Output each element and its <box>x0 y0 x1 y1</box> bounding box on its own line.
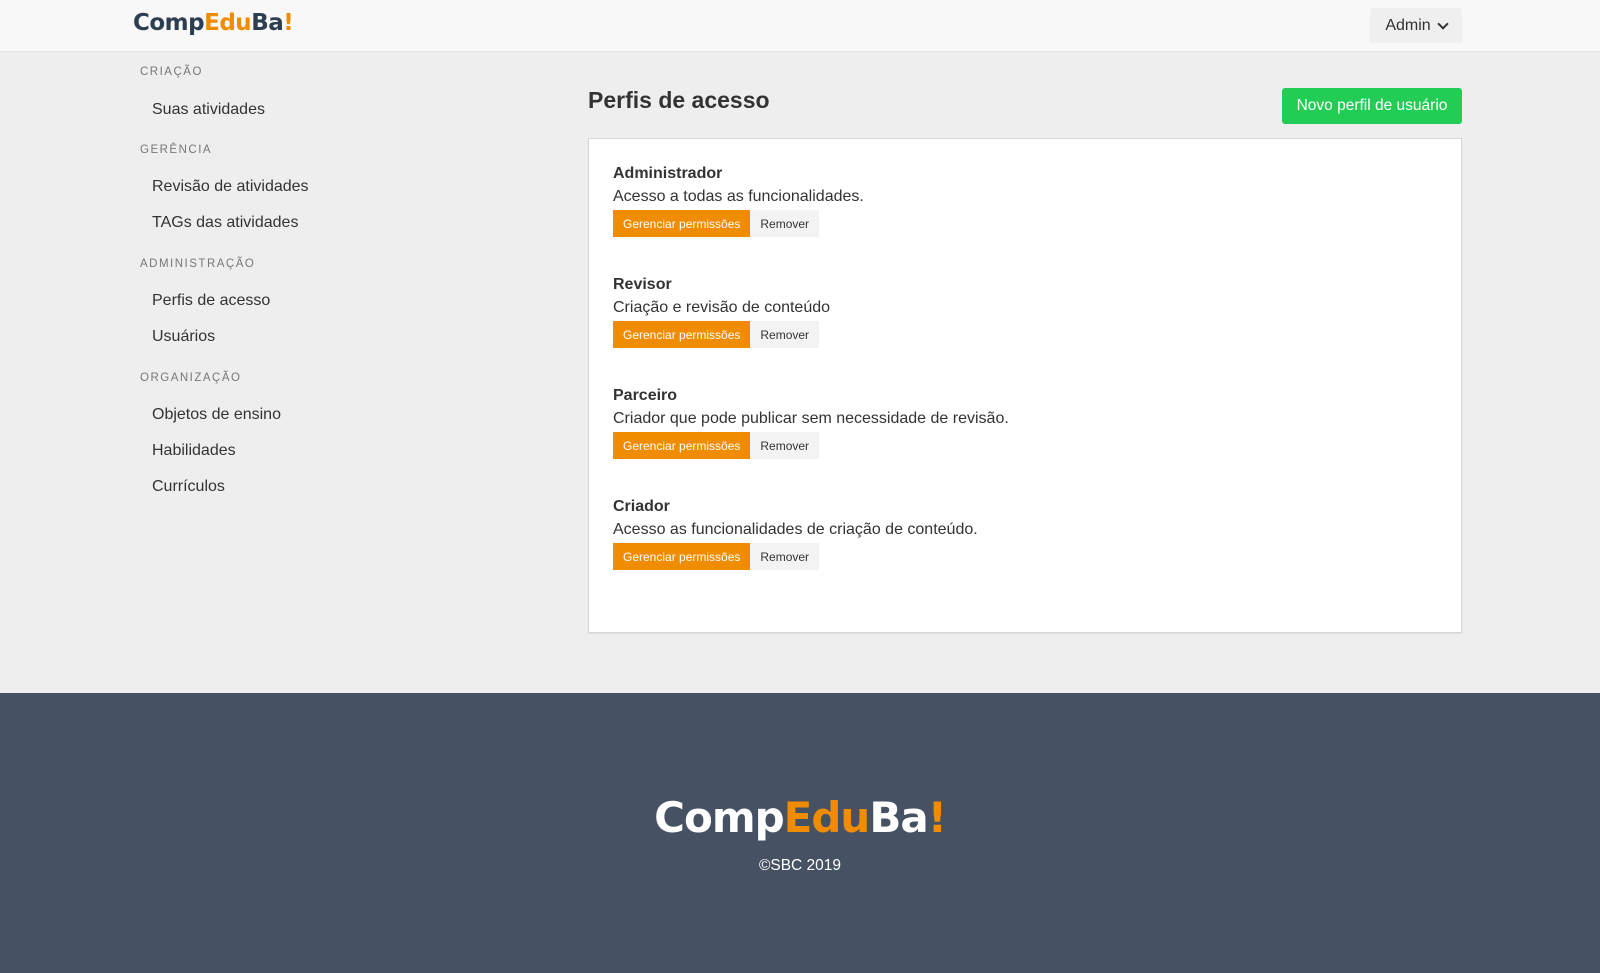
manage-permissions-button[interactable]: Gerenciar permissões <box>613 432 751 459</box>
remove-button[interactable]: Remover <box>750 432 820 459</box>
brand-logo[interactable]: Comp Edu Ba! <box>133 10 294 36</box>
profile-item: Administrador Acesso a todas as funciona… <box>613 163 864 237</box>
sidebar-section-criacao: CRIAÇÃO <box>140 66 203 78</box>
profile-name: Revisor <box>613 276 672 293</box>
chevron-down-icon <box>1437 17 1449 30</box>
profiles-card: Administrador Acesso a todas as funciona… <box>588 138 1462 633</box>
footer-logo: CompEduBa! <box>0 793 1600 842</box>
footer-logo-exclamation: ! <box>927 793 947 842</box>
manage-permissions-button[interactable]: Gerenciar permissões <box>613 321 751 348</box>
footer: CompEduBa! ©SBC 2019 <box>0 693 1600 973</box>
logo-part-exclamation: ! <box>283 10 294 36</box>
manage-permissions-button[interactable]: Gerenciar permissões <box>613 543 751 570</box>
sidebar-item-suas-atividades[interactable]: Suas atividades <box>152 101 265 119</box>
remove-button[interactable]: Remover <box>750 321 820 348</box>
sidebar-item-objetos-ensino[interactable]: Objetos de ensino <box>152 406 281 424</box>
page-title: Perfis de acesso <box>588 87 770 113</box>
sidebar-item-usuarios[interactable]: Usuários <box>152 328 215 346</box>
remove-button[interactable]: Remover <box>750 210 820 237</box>
copyright-text: ©SBC 2019 <box>758 857 842 874</box>
footer-logo-edu: Edu <box>783 793 871 842</box>
footer-logo-comp: Comp <box>654 793 785 842</box>
profile-description: Criação e revisão de conteúdo <box>613 299 831 316</box>
manage-permissions-button[interactable]: Gerenciar permissões <box>613 210 751 237</box>
sidebar-item-tags-atividades[interactable]: TAGs das atividades <box>152 214 298 232</box>
remove-button[interactable]: Remover <box>750 543 820 570</box>
profile-description: Criador que pode publicar sem necessidad… <box>613 410 1009 427</box>
profile-item: Criador Acesso as funcionalidades de cri… <box>613 496 978 570</box>
top-navbar: Comp Edu Ba! Admin <box>0 0 1600 52</box>
logo-part-edu: Edu <box>204 10 252 36</box>
sidebar-section-administracao: ADMINISTRAÇÃO <box>140 258 256 270</box>
logo-part-comp: Comp <box>133 10 205 36</box>
sidebar-section-gerencia: GERÊNCIA <box>140 144 213 156</box>
profile-name: Parceiro <box>613 387 678 404</box>
user-menu-label: Admin <box>1385 16 1431 34</box>
sidebar-section-organizacao: ORGANIZAÇÃO <box>140 372 242 384</box>
footer-logo-ba: Ba <box>869 793 928 842</box>
profile-name: Criador <box>613 498 670 515</box>
sidebar-item-perfis-acesso[interactable]: Perfis de acesso <box>152 292 270 310</box>
sidebar-item-habilidades[interactable]: Habilidades <box>152 442 236 460</box>
new-profile-button[interactable]: Novo perfil de usuário <box>1282 88 1462 124</box>
profile-item: Parceiro Criador que pode publicar sem n… <box>613 385 1009 459</box>
profile-name: Administrador <box>613 165 723 182</box>
logo-part-ba: Ba <box>251 10 284 36</box>
sidebar-item-revisao-atividades[interactable]: Revisão de atividades <box>152 178 309 196</box>
profile-item: Revisor Criação e revisão de conteúdo Ge… <box>613 274 830 348</box>
user-menu-dropdown[interactable]: Admin <box>1370 8 1462 43</box>
sidebar-item-curriculos[interactable]: Currículos <box>152 478 225 496</box>
profile-description: Acesso a todas as funcionalidades. <box>613 188 864 205</box>
profile-description: Acesso as funcionalidades de criação de … <box>613 521 978 538</box>
